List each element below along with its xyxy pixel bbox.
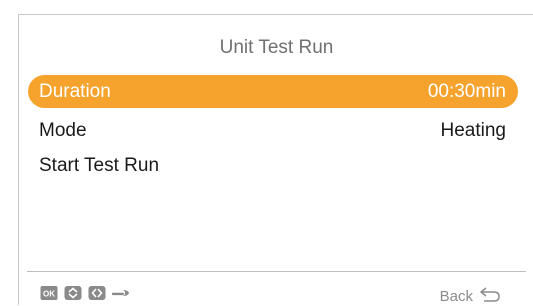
screen-title: Unit Test Run — [219, 37, 334, 58]
menu-item-label: Duration — [39, 80, 111, 102]
footer-key-hints: OK — [40, 285, 130, 301]
svg-text:OK: OK — [43, 290, 55, 299]
ok-icon[interactable]: OK — [40, 285, 58, 301]
back-arrow-icon — [479, 286, 501, 306]
footer-divider — [27, 271, 526, 272]
menu-item-label: Start Test Run — [39, 154, 160, 176]
menu-item-mode[interactable]: Mode Heating — [28, 114, 518, 147]
menu-item-value: 00:30min — [427, 80, 506, 102]
menu-item-value: Heating — [440, 119, 507, 141]
menu-item-start-test-run[interactable]: Start Test Run — [28, 149, 518, 182]
menu-item-label: Mode — [39, 119, 87, 141]
up-down-arrows-icon[interactable] — [64, 285, 82, 301]
left-right-arrows-icon[interactable] — [88, 285, 106, 301]
menu-item-duration[interactable]: Duration 00:30min — [28, 75, 518, 108]
back-button[interactable]: Back — [440, 286, 501, 306]
controller-screen: Unit Test Run Duration 00:30min Mode Hea… — [18, 14, 533, 305]
wrench-icon[interactable] — [112, 285, 130, 301]
back-label: Back — [439, 287, 473, 305]
